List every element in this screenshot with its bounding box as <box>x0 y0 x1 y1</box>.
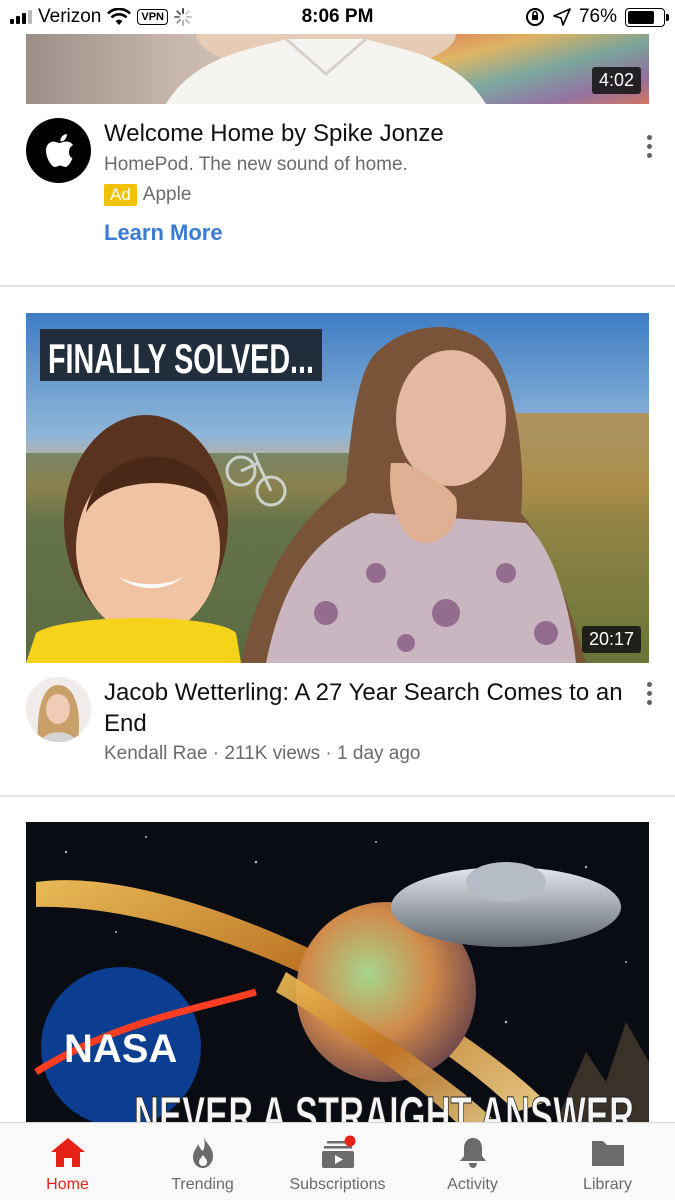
video-duration: 4:02 <box>591 67 641 94</box>
rotation-lock-icon <box>525 8 544 26</box>
video-title[interactable]: Jacob Wetterling: A 27 Year Search Comes… <box>104 677 634 739</box>
learn-more-link[interactable]: Learn More <box>104 220 223 246</box>
nav-label: Home <box>46 1176 89 1193</box>
video-thumbnail-image: NASA NEVER A STRAIGHT ANSWER <box>26 822 649 1122</box>
home-icon <box>50 1138 85 1167</box>
thumbnail-caption: FINALLY SOLVED... <box>48 335 314 382</box>
bell-icon <box>459 1138 486 1168</box>
nav-activity[interactable]: Activity <box>405 1123 540 1200</box>
nav-subscriptions[interactable]: Subscriptions <box>270 1123 405 1200</box>
bottom-navigation: Home Trending Subscriptions Activity Lib… <box>0 1122 675 1200</box>
nav-label: Activity <box>447 1176 498 1193</box>
nav-home[interactable]: Home <box>0 1123 135 1200</box>
nav-library[interactable]: Library <box>540 1123 675 1200</box>
folder-icon <box>591 1141 624 1166</box>
video-meta: Kendall Rae · 211K views · 1 day ago <box>104 743 421 764</box>
status-right: 76% <box>525 6 669 28</box>
video-thumbnail[interactable]: FINALLY SOLVED... 20:17 <box>26 313 649 663</box>
advertiser-name: Apple <box>142 184 192 205</box>
ad-subtitle: HomePod. The new sound of home. <box>104 154 408 175</box>
nav-label: Library <box>583 1176 632 1193</box>
apple-logo-icon <box>45 133 73 167</box>
nav-label: Trending <box>171 1176 234 1193</box>
ad-advertiser-line: Ad Apple <box>104 184 191 206</box>
battery-fill <box>628 10 654 24</box>
nav-label: Subscriptions <box>289 1176 386 1193</box>
nav-trending[interactable]: Trending <box>135 1123 270 1200</box>
advertiser-avatar[interactable] <box>26 118 91 183</box>
video-thumbnail[interactable]: NASA NEVER A STRAIGHT ANSWER <box>26 822 649 1122</box>
ad-more-options-button[interactable] <box>645 135 653 158</box>
ad-thumbnail-image <box>26 34 649 104</box>
subscriptions-icon <box>321 1135 355 1168</box>
video-thumbnail-image: FINALLY SOLVED... <box>26 313 649 663</box>
ad-badge: Ad <box>104 184 137 206</box>
ad-thumbnail[interactable]: 4:02 <box>26 34 649 104</box>
status-bar: Verizon VPN 8:06 PM 76% <box>0 0 675 34</box>
channel-avatar[interactable] <box>26 677 91 742</box>
video-duration: 20:17 <box>581 626 641 653</box>
location-arrow-icon <box>553 8 571 26</box>
thumbnail-logo-text: NASA <box>64 1027 177 1071</box>
video-more-options-button[interactable] <box>645 682 653 705</box>
battery-percent: 76% <box>578 6 617 27</box>
channel-avatar-image <box>26 677 91 742</box>
card-divider <box>0 795 675 797</box>
battery-icon <box>625 7 669 27</box>
card-divider <box>0 285 675 287</box>
flame-icon <box>192 1137 213 1168</box>
thumbnail-caption: NEVER A STRAIGHT ANSWER <box>134 1086 634 1122</box>
ad-title[interactable]: Welcome Home by Spike Jonze <box>104 118 634 149</box>
